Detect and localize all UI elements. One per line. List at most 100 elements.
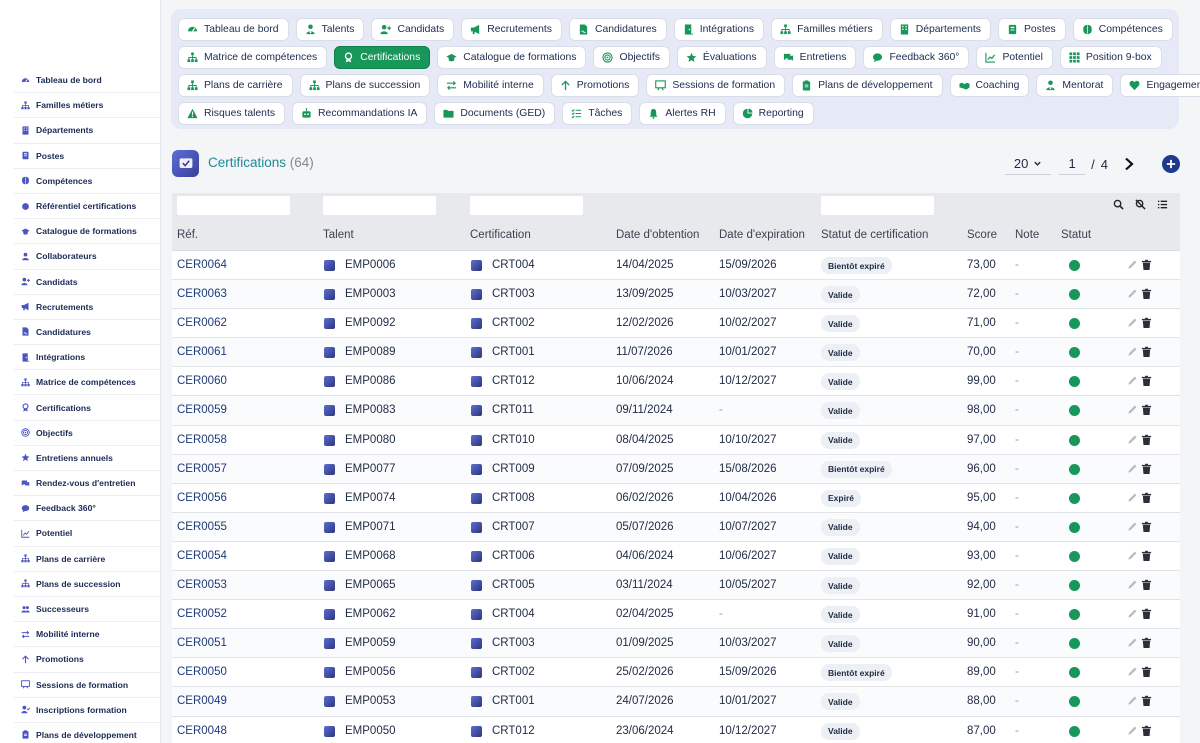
delete-icon[interactable] [1141,317,1152,329]
search-icon[interactable] [1113,199,1126,212]
cell-ref[interactable]: CER0060 [177,375,227,387]
tab-1-5[interactable]: Entretiens [773,45,857,69]
edit-icon[interactable] [1127,288,1138,300]
tab-0-1[interactable]: Talents [295,17,365,41]
col-talent[interactable]: Talent [323,229,354,241]
tab-3-5[interactable]: Reporting [732,102,814,126]
sidebar-item-5[interactable]: Référentiel certifications [14,194,160,220]
cell-ref[interactable]: CER0061 [177,346,227,358]
cell-ref[interactable]: CER0064 [177,259,227,271]
delete-icon[interactable] [1141,550,1152,562]
cell-talent[interactable]: EMP0056 [345,666,396,678]
delete-icon[interactable] [1141,695,1152,707]
cell-ref[interactable]: CER0050 [177,666,227,678]
delete-icon[interactable] [1141,375,1152,387]
table-row[interactable]: CER0049 EMP0053 CRT001 24/07/2026 10/01/2027… [172,687,1180,717]
tab-3-4[interactable]: Alertes RH [639,102,726,126]
tab-1-1[interactable]: Certifications [334,45,431,69]
table-row[interactable]: CER0051 EMP0059 CRT003 01/09/2025 10/03/2027… [172,629,1180,659]
cell-ref[interactable]: CER0053 [177,579,227,591]
col-date-obtention[interactable]: Date d'obtention [616,229,699,241]
edit-icon[interactable] [1127,725,1138,737]
sidebar-item-13[interactable]: Certifications [14,395,160,421]
filter-talent-input[interactable] [323,196,436,215]
cell-talent[interactable]: EMP0059 [345,637,396,649]
sidebar-item-26[interactable]: Plans de développement [14,723,160,743]
edit-icon[interactable] [1127,259,1138,271]
col-certification[interactable]: Certification [470,229,531,241]
sidebar-item-1[interactable]: Familles métiers [14,93,160,119]
table-row[interactable]: CER0048 EMP0050 CRT012 23/06/2024 10/12/2027… [172,717,1180,743]
sidebar-item-0[interactable]: Tableau de bord [14,68,160,94]
table-row[interactable]: CER0050 EMP0056 CRT002 25/02/2026 15/09/2026… [172,658,1180,688]
table-row[interactable]: CER0061 EMP0089 CRT001 11/07/2026 10/01/2027… [172,338,1180,368]
cell-certification[interactable]: CRT002 [492,666,535,678]
cell-ref[interactable]: CER0048 [177,725,227,737]
cell-talent[interactable]: EMP0068 [345,550,396,562]
cell-talent[interactable]: EMP0074 [345,492,396,504]
edit-icon[interactable] [1127,463,1138,475]
sidebar-item-24[interactable]: Sessions de formation [14,673,160,698]
tab-0-7[interactable]: Départements [889,17,991,41]
cell-certification[interactable]: CRT012 [492,375,535,387]
sidebar-item-3[interactable]: Postes [14,144,160,169]
cell-ref[interactable]: CER0049 [177,695,227,707]
sidebar-item-23[interactable]: Promotions [14,647,160,673]
delete-icon[interactable] [1141,346,1152,358]
cell-certification[interactable]: CRT007 [492,521,535,533]
edit-icon[interactable] [1127,375,1138,387]
cell-talent[interactable]: EMP0086 [345,375,396,387]
tab-2-8[interactable]: Engagement [1120,73,1200,97]
tab-1-0[interactable]: Matrice de compétences [178,45,328,69]
cell-certification[interactable]: CRT001 [492,695,535,707]
cell-certification[interactable]: CRT003 [492,288,535,300]
cell-ref[interactable]: CER0052 [177,608,227,620]
delete-icon[interactable] [1141,259,1152,271]
table-row[interactable]: CER0063 EMP0003 CRT003 13/09/2025 10/03/2027… [172,280,1180,310]
col-score[interactable]: Score [967,229,997,241]
tab-2-5[interactable]: Plans de développement [792,73,943,97]
sidebar-item-21[interactable]: Successeurs [14,597,160,623]
delete-icon[interactable] [1141,725,1152,737]
delete-icon[interactable] [1141,521,1152,533]
cell-ref[interactable]: CER0055 [177,521,227,533]
col-ref[interactable]: Réf. [177,229,198,241]
cell-talent[interactable]: EMP0080 [345,434,396,446]
table-row[interactable]: CER0053 EMP0065 CRT005 03/11/2024 10/05/2027… [172,571,1180,601]
table-row[interactable]: CER0054 EMP0068 CRT006 04/06/2024 10/06/2027… [172,542,1180,572]
edit-icon[interactable] [1127,579,1138,591]
cell-talent[interactable]: EMP0065 [345,579,396,591]
col-note[interactable]: Note [1015,229,1039,241]
cell-talent[interactable]: EMP0077 [345,463,396,475]
tab-1-8[interactable]: Position 9-box [1059,45,1162,69]
table-row[interactable]: CER0060 EMP0086 CRT012 10/06/2024 10/12/2027… [172,367,1180,397]
tab-3-1[interactable]: Recommandations IA [292,102,428,126]
tab-0-4[interactable]: Candidatures [568,17,667,41]
cell-certification[interactable]: CRT004 [492,608,535,620]
tab-0-6[interactable]: Familles métiers [771,17,883,41]
tab-2-6[interactable]: Coaching [949,73,1030,97]
cell-certification[interactable]: CRT003 [492,637,535,649]
delete-icon[interactable] [1141,637,1152,649]
sidebar-item-15[interactable]: Entretiens annuels [14,446,160,471]
edit-icon[interactable] [1127,492,1138,504]
table-row[interactable]: CER0056 EMP0074 CRT008 06/02/2026 10/04/2026… [172,484,1180,513]
cell-talent[interactable]: EMP0089 [345,346,396,358]
tab-0-9[interactable]: Compétences [1072,17,1173,41]
table-row[interactable]: CER0052 EMP0062 CRT004 02/04/2025 - Valide 91,… [172,600,1180,630]
cell-certification[interactable]: CRT009 [492,463,535,475]
sidebar-item-14[interactable]: Objectifs [14,421,160,446]
sidebar-item-9[interactable]: Recrutements [14,295,160,320]
table-row[interactable]: CER0057 EMP0077 CRT009 07/09/2025 15/08/2026… [172,454,1180,484]
tab-1-2[interactable]: Catalogue de formations [437,45,587,69]
cell-certification[interactable]: CRT002 [492,317,535,329]
add-certification-button[interactable] [1162,155,1180,173]
table-row[interactable]: CER0059 EMP0083 CRT011 09/11/2024 - Valide 98,… [172,396,1180,426]
cell-ref[interactable]: CER0063 [177,288,227,300]
sidebar-item-20[interactable]: Plans de succession [14,572,160,597]
filter-status-input[interactable] [821,196,934,215]
table-row[interactable]: CER0064 EMP0006 CRT004 14/04/2025 15/09/2026… [172,251,1180,281]
sidebar-item-2[interactable]: Départements [14,118,160,144]
sidebar-item-12[interactable]: Matrice de compétences [14,370,160,396]
sidebar-item-25[interactable]: Inscriptions formation [14,698,160,723]
